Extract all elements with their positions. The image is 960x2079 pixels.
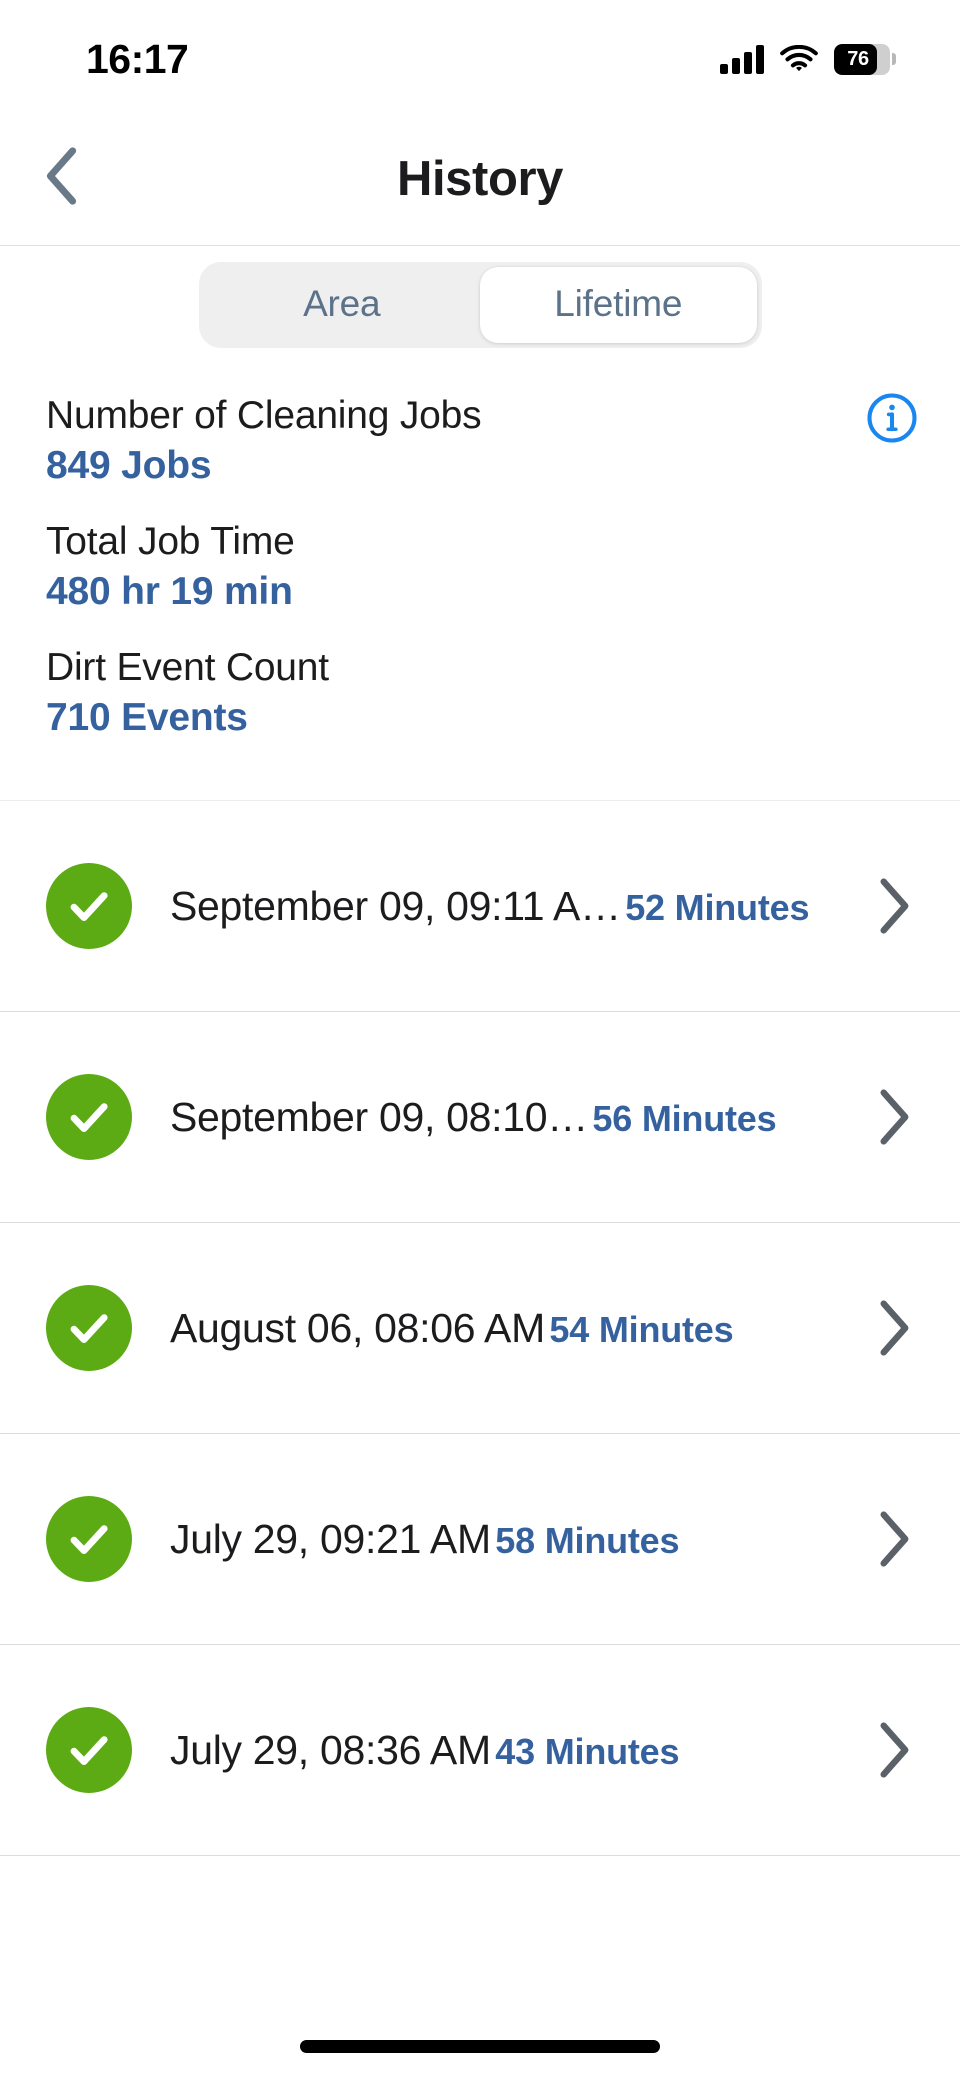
check-circle-icon bbox=[46, 1496, 132, 1582]
chevron-right-icon[interactable] bbox=[872, 871, 916, 941]
battery-icon: 76 bbox=[834, 43, 896, 75]
home-indicator-area bbox=[0, 2009, 960, 2079]
history-list: September 09, 09:11 A… 52 Minutes Septem… bbox=[0, 801, 960, 2009]
table-row[interactable]: September 09, 09:11 A… 52 Minutes bbox=[0, 801, 960, 1012]
row-text: September 09, 08:10… 56 Minutes bbox=[170, 1094, 852, 1141]
check-circle-icon bbox=[46, 1707, 132, 1793]
stat-dirt-event-count: Dirt Event Count 710 Events bbox=[0, 630, 960, 746]
stat-total-job-time: Total Job Time 480 hr 19 min bbox=[0, 504, 960, 620]
tab-lifetime[interactable]: Lifetime bbox=[480, 267, 757, 343]
cellular-signal-icon bbox=[720, 44, 764, 74]
lifetime-stats-section: Number of Cleaning Jobs 849 Jobs Total J… bbox=[0, 364, 960, 801]
stat-value: 710 Events bbox=[46, 696, 248, 739]
table-row[interactable]: September 09, 08:10… 56 Minutes bbox=[0, 1012, 960, 1223]
row-duration: 43 Minutes bbox=[495, 1730, 680, 1772]
info-button[interactable] bbox=[864, 392, 920, 448]
home-indicator[interactable] bbox=[300, 2039, 660, 2053]
row-text: September 09, 09:11 A… 52 Minutes bbox=[170, 883, 852, 930]
stat-value: 480 hr 19 min bbox=[46, 570, 293, 613]
stat-label: Dirt Event Count bbox=[46, 646, 329, 689]
status-bar-icons: 76 bbox=[720, 38, 896, 75]
status-bar: 16:17 76 bbox=[0, 0, 960, 112]
table-row[interactable]: August 06, 08:06 AM 54 Minutes bbox=[0, 1223, 960, 1434]
info-circle-icon bbox=[865, 391, 919, 450]
row-duration: 52 Minutes bbox=[625, 886, 810, 928]
row-title: July 29, 08:36 AM bbox=[170, 1726, 491, 1773]
chevron-left-icon bbox=[42, 145, 82, 212]
segmented-control: Area Lifetime bbox=[198, 262, 762, 348]
table-row[interactable]: July 29, 09:21 AM 58 Minutes bbox=[0, 1434, 960, 1645]
tab-area[interactable]: Area bbox=[204, 267, 481, 343]
row-title: July 29, 09:21 AM bbox=[170, 1515, 491, 1562]
stat-label: Total Job Time bbox=[46, 520, 295, 563]
table-row[interactable]: July 29, 08:36 AM 43 Minutes bbox=[0, 1645, 960, 1856]
chevron-right-icon[interactable] bbox=[872, 1293, 916, 1363]
row-title: September 09, 08:10… bbox=[170, 1093, 588, 1140]
check-circle-icon bbox=[46, 1285, 132, 1371]
status-bar-clock: 16:17 bbox=[86, 35, 189, 82]
row-text: July 29, 08:36 AM 43 Minutes bbox=[170, 1727, 852, 1774]
wifi-icon bbox=[780, 45, 818, 73]
segmented-control-container: Area Lifetime bbox=[0, 246, 960, 364]
row-text: July 29, 09:21 AM 58 Minutes bbox=[170, 1516, 852, 1563]
battery-percent-label: 76 bbox=[847, 47, 869, 70]
check-circle-icon bbox=[46, 863, 132, 949]
chevron-right-icon[interactable] bbox=[872, 1082, 916, 1152]
navigation-bar: History bbox=[0, 112, 960, 246]
stat-label: Number of Cleaning Jobs bbox=[46, 394, 482, 437]
row-title: August 06, 08:06 AM bbox=[170, 1304, 545, 1351]
row-duration: 58 Minutes bbox=[495, 1519, 680, 1561]
check-circle-icon bbox=[46, 1074, 132, 1160]
chevron-right-icon[interactable] bbox=[872, 1715, 916, 1785]
row-text: August 06, 08:06 AM 54 Minutes bbox=[170, 1305, 852, 1352]
stat-value: 849 Jobs bbox=[46, 444, 212, 487]
stat-cleaning-jobs: Number of Cleaning Jobs 849 Jobs bbox=[0, 378, 960, 494]
row-title: September 09, 09:11 A… bbox=[170, 882, 621, 929]
back-button[interactable] bbox=[26, 143, 98, 215]
chevron-right-icon[interactable] bbox=[872, 1504, 916, 1574]
page-title: History bbox=[396, 151, 564, 206]
row-duration: 56 Minutes bbox=[592, 1097, 777, 1139]
history-screen: 16:17 76 History Area Lifetime Number of… bbox=[0, 0, 960, 2079]
row-duration: 54 Minutes bbox=[549, 1308, 734, 1350]
